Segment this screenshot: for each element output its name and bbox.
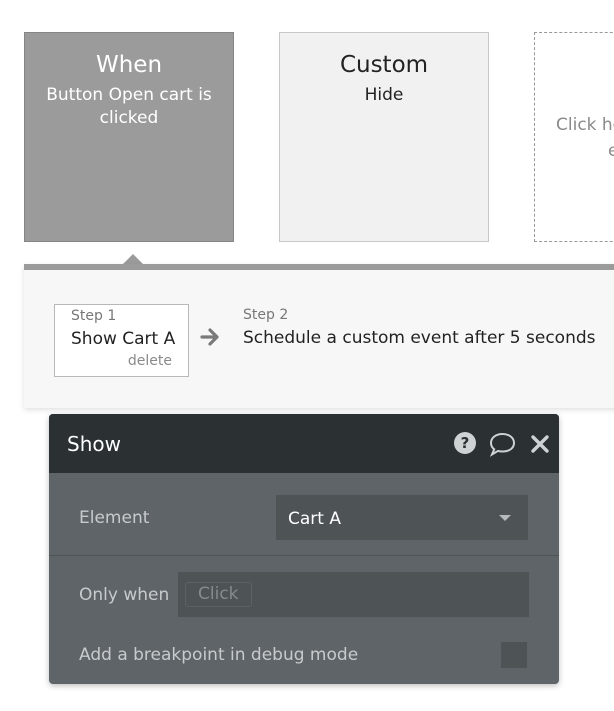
comment-icon[interactable] (488, 431, 517, 457)
step-number: Step 2 (243, 307, 289, 323)
event-card-when[interactable]: When Button Open cart is clicked (24, 32, 234, 242)
workflow-editor: When Button Open cart is clicked Custom … (0, 0, 614, 711)
help-icon[interactable]: ? (453, 431, 477, 455)
element-dropdown-value: Cart A (288, 509, 341, 529)
breakpoint-label: Add a breakpoint in debug mode (79, 645, 359, 665)
arrow-right-icon (200, 328, 219, 346)
step-card-1[interactable]: Step 1 Show Cart A delete (54, 304, 189, 377)
condition-placeholder-chip[interactable]: Click (185, 582, 252, 607)
chevron-down-icon (499, 515, 511, 521)
add-event-card[interactable]: Click he e (534, 32, 614, 242)
steps-panel: Step 1 Show Cart A delete Step 2 Schedul… (24, 264, 614, 408)
event-card-title: Custom (339, 52, 429, 78)
delete-step-link[interactable]: delete (128, 353, 172, 369)
breakpoint-checkbox[interactable] (501, 642, 527, 668)
event-card-custom[interactable]: Custom Hide (279, 32, 489, 242)
add-event-hint-line1: Click he (556, 115, 614, 135)
only-when-label: Only when (79, 585, 170, 605)
add-event-hint: Click he e (556, 112, 614, 164)
section-divider (49, 555, 559, 556)
only-when-condition-input[interactable]: Click (178, 572, 529, 617)
event-card-subtitle: Hide (364, 85, 404, 105)
close-icon[interactable] (530, 434, 550, 454)
step-card-2[interactable]: Step 2 Schedule a custom event after 5 s… (243, 304, 614, 354)
dialog-header: Show ? (49, 414, 559, 473)
event-card-subtitle: Button Open cart is clicked (46, 85, 212, 128)
step-number: Step 1 (71, 308, 117, 324)
step-name: Schedule a custom event after 5 seconds (243, 328, 596, 348)
element-dropdown[interactable]: Cart A (276, 495, 528, 540)
dialog-title: Show (67, 432, 121, 456)
step-name: Show Cart A (71, 329, 176, 349)
event-card-title: When (95, 52, 163, 78)
add-event-hint-line2: e (608, 141, 614, 161)
svg-text:?: ? (461, 434, 470, 452)
show-action-dialog: Show ? Element Cart A Only when Click Ad… (49, 414, 559, 684)
element-label: Element (79, 508, 150, 528)
